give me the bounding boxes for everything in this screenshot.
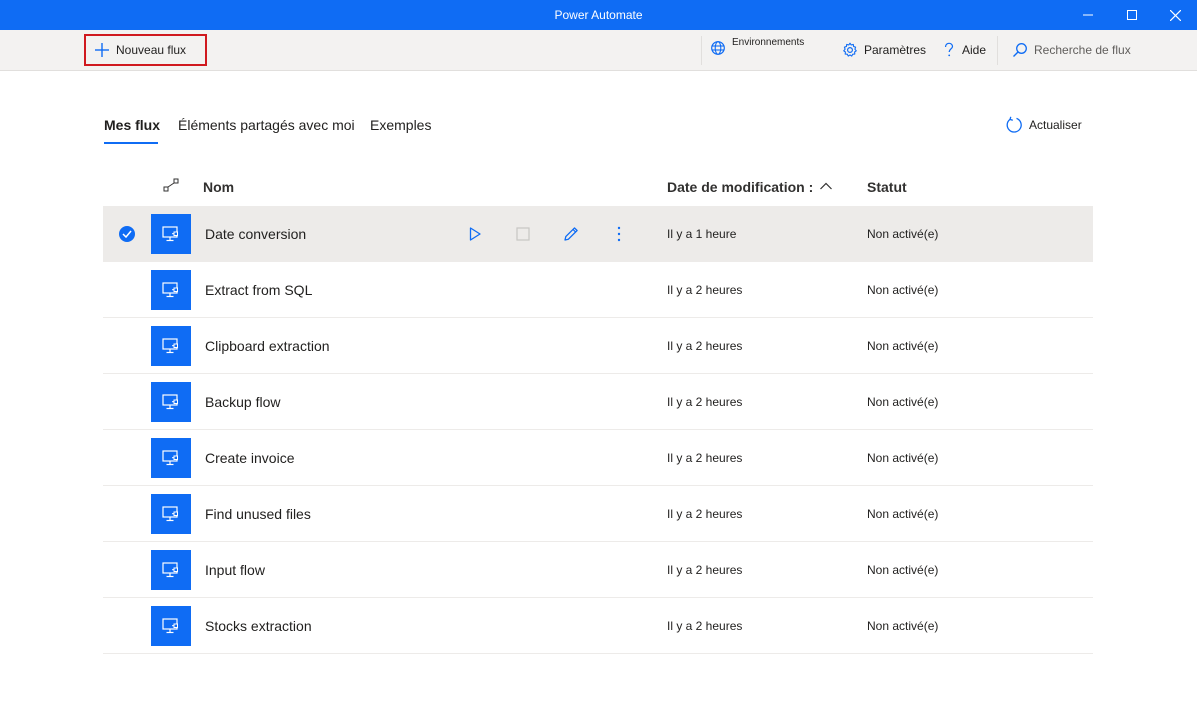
minimize-icon <box>1083 14 1093 16</box>
flow-status: Non activé(e) <box>867 507 939 521</box>
refresh-label: Actualiser <box>1029 118 1082 132</box>
flow-status: Non activé(e) <box>867 339 939 353</box>
table-row[interactable]: Date conversion Il y a 1 heure Non activé(… <box>103 206 1093 262</box>
toolbar: Nouveau flux Environnements Paramètres A… <box>0 30 1197 71</box>
flow-name[interactable]: Find unused files <box>205 506 311 522</box>
table-row[interactable]: Find unused files Il y a 2 heures Non acti… <box>103 486 1093 542</box>
flow-name[interactable]: Clipboard extraction <box>205 338 330 354</box>
table-row[interactable]: Stocks extraction Il y a 2 heures Non acti… <box>103 598 1093 654</box>
close-button[interactable] <box>1153 0 1197 30</box>
row-selected-checkbox[interactable] <box>119 226 135 242</box>
table-row[interactable]: Extract from SQL Il y a 2 heures Non activ… <box>103 262 1093 318</box>
flow-name[interactable]: Backup flow <box>205 394 280 410</box>
help-label: Aide <box>962 43 987 57</box>
toolbar-divider <box>701 36 702 65</box>
environments-button[interactable]: Environnements <box>710 36 805 56</box>
globe-icon <box>711 41 725 55</box>
table-row[interactable]: Backup flow Il y a 2 heures Non activé(e) <box>103 374 1093 430</box>
minimize-button[interactable] <box>1066 0 1110 30</box>
column-header-name[interactable]: Nom <box>203 179 234 195</box>
plus-icon <box>95 43 109 57</box>
flow-status: Non activé(e) <box>867 227 939 241</box>
flow-modified: Il y a 2 heures <box>667 619 743 633</box>
table-row[interactable]: Create invoice Il y a 2 heures Non activé(… <box>103 430 1093 486</box>
desktop-flow-icon <box>151 214 191 254</box>
stop-button[interactable] <box>511 222 535 246</box>
flow-name[interactable]: Extract from SQL <box>205 282 312 298</box>
desktop-flow-icon <box>151 550 191 590</box>
desktop-flow-icon <box>151 326 191 366</box>
tab-examples[interactable]: Exemples <box>370 117 431 133</box>
tab-my-flows[interactable]: Mes flux <box>104 117 160 133</box>
table-row[interactable]: Clipboard extraction Il y a 2 heures Non a… <box>103 318 1093 374</box>
desktop-flow-icon <box>151 494 191 534</box>
refresh-button[interactable]: Actualiser <box>1005 116 1082 134</box>
flow-status: Non activé(e) <box>867 283 939 297</box>
checkmark-icon <box>122 230 132 238</box>
table-header: Nom Date de modification : Statut <box>103 172 1093 202</box>
question-icon <box>944 42 954 57</box>
column-header-status[interactable]: Statut <box>867 179 907 195</box>
flow-name[interactable]: Create invoice <box>205 450 295 466</box>
flow-name[interactable]: Stocks extraction <box>205 618 312 634</box>
edit-icon <box>564 227 578 241</box>
flow-modified: Il y a 1 heure <box>667 227 737 241</box>
new-flow-button[interactable]: Nouveau flux <box>84 34 207 66</box>
active-tab-indicator <box>104 142 158 144</box>
window-title: Power Automate <box>554 8 643 22</box>
sort-ascending-icon[interactable] <box>819 181 833 191</box>
flow-name[interactable]: Input flow <box>205 562 265 578</box>
flow-modified: Il y a 2 heures <box>667 563 743 577</box>
close-icon <box>1169 9 1181 21</box>
edit-button[interactable] <box>559 222 583 246</box>
run-button[interactable] <box>463 222 487 246</box>
more-icon <box>617 226 621 242</box>
desktop-flow-icon <box>151 270 191 310</box>
desktop-flow-icon <box>151 382 191 422</box>
flow-status: Non activé(e) <box>867 451 939 465</box>
title-bar: Power Automate <box>0 0 1197 30</box>
flow-status: Non activé(e) <box>867 563 939 577</box>
flow-type-icon <box>163 178 179 192</box>
gear-icon <box>843 42 857 57</box>
flow-modified: Il y a 2 heures <box>667 507 743 521</box>
desktop-flow-icon <box>151 438 191 478</box>
flow-modified: Il y a 2 heures <box>667 451 743 465</box>
play-icon <box>469 227 481 241</box>
flow-modified: Il y a 2 heures <box>667 339 743 353</box>
flow-name[interactable]: Date conversion <box>205 226 306 242</box>
settings-label: Paramètres <box>864 43 927 57</box>
flow-modified: Il y a 2 heures <box>667 283 743 297</box>
refresh-icon <box>1006 116 1022 133</box>
help-button[interactable]: Aide <box>942 42 986 58</box>
new-flow-label: Nouveau flux <box>116 43 187 57</box>
settings-button[interactable]: Paramètres <box>842 42 926 58</box>
search-placeholder: Recherche de flux <box>1034 43 1131 57</box>
more-options-button[interactable] <box>607 222 631 246</box>
flow-modified: Il y a 2 heures <box>667 395 743 409</box>
desktop-flow-icon <box>151 606 191 646</box>
environments-label: Environnements <box>732 36 805 48</box>
flow-search-input[interactable]: Recherche de flux <box>1012 42 1131 58</box>
tab-shared-with-me[interactable]: Éléments partagés avec moi <box>178 117 355 133</box>
flow-status: Non activé(e) <box>867 395 939 409</box>
maximize-icon <box>1127 10 1137 20</box>
toolbar-divider <box>997 36 998 65</box>
flow-status: Non activé(e) <box>867 619 939 633</box>
maximize-button[interactable] <box>1110 0 1154 30</box>
table-row[interactable]: Input flow Il y a 2 heures Non activé(e) <box>103 542 1093 598</box>
search-icon <box>1013 43 1027 57</box>
column-header-modified[interactable]: Date de modification : <box>667 179 813 195</box>
stop-icon <box>516 227 530 241</box>
